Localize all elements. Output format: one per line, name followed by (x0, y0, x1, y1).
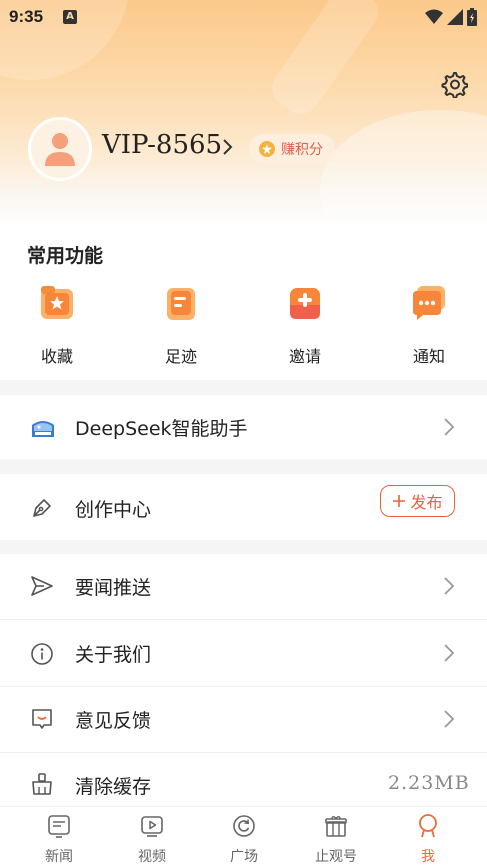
chevron-right-icon (444, 418, 455, 436)
status-right-icons (425, 8, 477, 26)
section-title: 常用功能 (27, 245, 104, 267)
username[interactable]: VIP-8565 (102, 130, 222, 160)
publish-button[interactable]: 发布 (380, 485, 455, 517)
info-circle-icon (31, 643, 53, 665)
function-label: 通知 (412, 347, 445, 366)
deepseek-whale-icon (32, 421, 54, 437)
publish-label: 发布 (410, 493, 443, 512)
function-footprint[interactable]: 足迹 (136, 283, 226, 367)
chevron-right-icon[interactable] (222, 138, 234, 156)
feedback-row[interactable]: 意见反馈 (0, 687, 487, 751)
battery-icon (467, 8, 477, 26)
tab-me[interactable]: 我 (393, 813, 463, 865)
about-us-label: 关于我们 (75, 644, 152, 666)
creation-center-label: 创作中心 (75, 499, 152, 521)
bottom-tab-bar: 新闻 视频 广场 止观号 我 (0, 806, 487, 865)
coin-star-icon (259, 141, 275, 157)
plus-icon (393, 495, 406, 507)
deepseek-assistant-row[interactable]: DeepSeek智能助手 (0, 395, 487, 459)
feedback-label: 意见反馈 (75, 710, 152, 732)
common-functions-card: 常用功能 收藏 足迹 邀请 通知 (0, 225, 487, 380)
broom-cleaning-icon (32, 773, 52, 795)
gift-icon (325, 816, 347, 837)
tab-video[interactable]: 视频 (117, 813, 187, 865)
status-bar: 9:35 A (0, 0, 487, 34)
feedback-message-icon (32, 709, 52, 729)
chevron-right-icon (444, 644, 455, 662)
tab-label: 止观号 (315, 849, 357, 865)
signal-icon (447, 9, 463, 25)
cache-size-value: 2.23MB (388, 772, 470, 794)
function-invite[interactable]: 邀请 (260, 283, 350, 367)
pen-icon (33, 499, 51, 517)
about-us-row[interactable]: 关于我们 (0, 620, 487, 686)
news-push-label: 要闻推送 (75, 577, 152, 599)
notification-a-icon: A (63, 10, 77, 24)
tab-square[interactable]: 广场 (209, 813, 279, 865)
tab-news[interactable]: 新闻 (24, 813, 94, 865)
favorite-star-icon (41, 286, 73, 319)
square-refresh-icon (233, 815, 255, 837)
function-label: 邀请 (288, 347, 321, 366)
tab-label: 我 (421, 849, 435, 865)
avatar[interactable] (28, 117, 92, 181)
tab-label: 新闻 (45, 849, 73, 865)
invite-plus-icon (290, 288, 320, 319)
earn-points-label: 赚积分 (281, 142, 323, 158)
function-favorites[interactable]: 收藏 (12, 283, 102, 367)
chevron-right-icon (444, 577, 455, 595)
tab-label: 视频 (138, 849, 166, 865)
function-label: 足迹 (164, 347, 197, 366)
function-label: 收藏 (40, 347, 73, 366)
wifi-icon (425, 9, 443, 24)
clear-cache-label: 清除缓存 (75, 776, 152, 798)
settings-gear-icon[interactable] (440, 70, 468, 98)
status-time: 9:35 (9, 7, 44, 26)
chevron-right-icon (444, 710, 455, 728)
profile-header (0, 0, 487, 230)
send-plane-icon (31, 576, 53, 596)
news-icon (48, 815, 70, 838)
deepseek-label: DeepSeek智能助手 (75, 418, 248, 440)
avatar-person-icon (45, 133, 75, 166)
header-decoration (320, 110, 487, 230)
tab-label: 广场 (230, 849, 258, 865)
video-icon (141, 816, 163, 837)
tab-zhiguanhao[interactable]: 止观号 (301, 813, 371, 865)
news-push-row[interactable]: 要闻推送 (0, 554, 487, 618)
earn-points-button[interactable]: 赚积分 (249, 134, 335, 164)
footprint-icon (167, 288, 195, 320)
function-notification[interactable]: 通知 (384, 283, 474, 367)
notification-chat-icon (413, 286, 445, 320)
profile-icon (419, 814, 437, 838)
